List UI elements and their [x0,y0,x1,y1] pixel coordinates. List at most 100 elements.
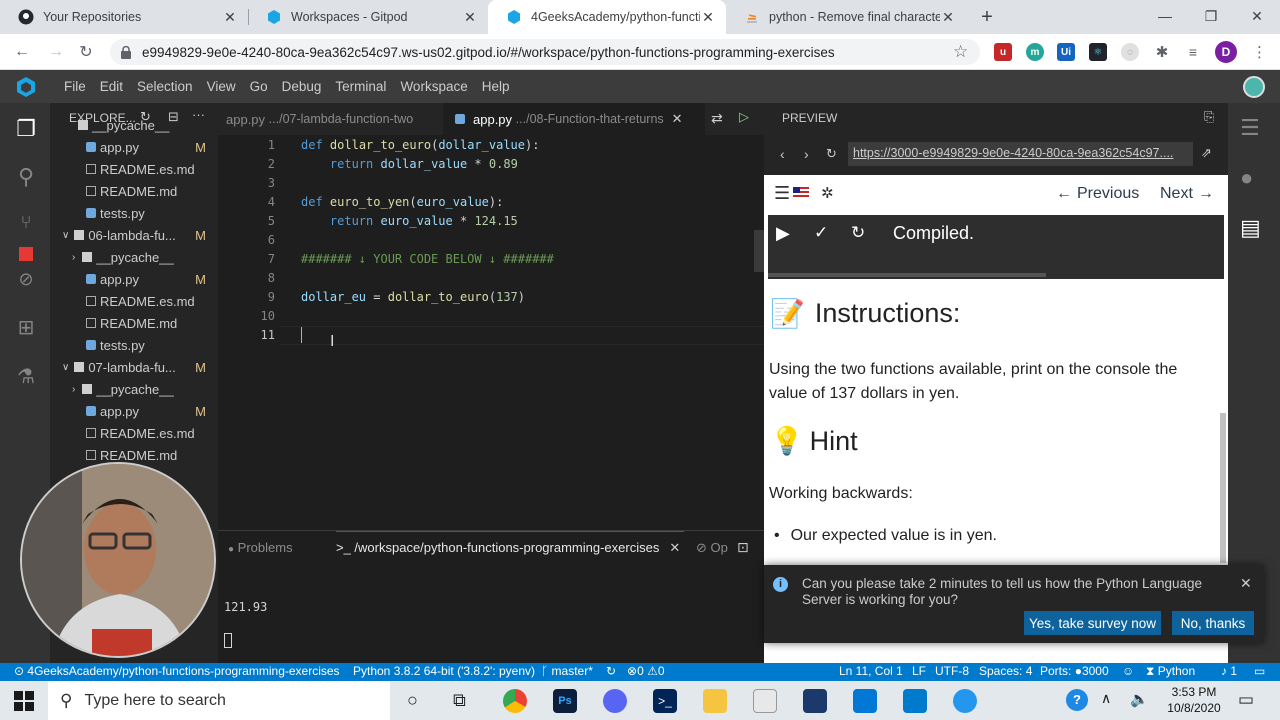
mail-icon[interactable] [853,689,877,713]
close-icon[interactable]: ✕ [462,9,478,26]
encoding-status[interactable]: UTF-8 [935,664,969,678]
tree-folder-open[interactable]: ∨ 07-lambda-fu... M [50,356,218,378]
avatar[interactable]: D [1215,41,1237,63]
windows-start-icon[interactable] [14,691,34,711]
react-devtools-icon[interactable]: ⚛ [1089,43,1107,61]
action-center-icon[interactable]: ▭ [1238,690,1254,710]
tree-folder-open[interactable]: ∨ 06-lambda-fu... M [50,224,218,246]
chrome-icon[interactable] [503,689,527,713]
star-icon[interactable]: ☆ [953,42,968,62]
tree-file[interactable]: README.md [50,180,218,202]
docker-icon[interactable] [953,689,977,713]
git-branch[interactable]: ᚴ master* [541,664,593,678]
layout-icon[interactable]: ▭ [1254,664,1265,678]
editor-scrollbar[interactable] [754,230,764,272]
app-icon[interactable] [753,689,777,713]
tree-folder[interactable]: › __pycache__ [50,378,218,400]
reset-icon[interactable]: ↻ [851,223,865,243]
kebab-menu-icon[interactable]: ⋮ [1252,43,1267,61]
menu-go[interactable]: Go [243,79,275,94]
discord-icon[interactable] [603,689,627,713]
help-icon[interactable]: ? [1066,689,1088,711]
tab-problems[interactable]: ● Problems [228,540,293,555]
cursor-position[interactable]: Ln 11, Col 1 [839,664,903,678]
external-link-icon[interactable]: ⇗ [1201,145,1212,161]
task-view-icon[interactable]: ⧉ [453,690,466,711]
preview-url-input[interactable]: https://3000-e9949829-9e0e-4240-80ca-9ea… [848,142,1193,166]
window-close-button[interactable]: ✕ [1234,0,1280,32]
file-explorer-icon[interactable] [703,689,727,713]
close-icon[interactable]: ✕ [700,9,716,26]
tree-file[interactable]: README.md [50,312,218,334]
powershell-icon[interactable]: >_ [653,689,677,713]
reload-button[interactable]: ↻ [74,40,98,64]
extension-icon[interactable]: Ui [1057,43,1075,61]
menu-file[interactable]: File [57,79,93,94]
tree-file[interactable]: app.py M [50,136,218,158]
menu-edit[interactable]: Edit [93,79,130,94]
menu-workspace[interactable]: Workspace [393,79,474,94]
chevron-up-icon[interactable]: ∧ [1101,690,1111,707]
files-icon[interactable]: ❐ [13,116,39,142]
editor-tab-inactive[interactable]: app.py .../07-lambda-function-two [218,103,443,135]
repo-status[interactable]: ⊙ 4GeeksAcademy/python-functions-program… [14,664,340,678]
extension-icon[interactable]: m [1026,43,1044,61]
run-icon[interactable]: ▷ [739,109,749,125]
tree-file[interactable]: README.es.md [50,290,218,312]
check-icon[interactable]: ✓ [814,223,828,243]
extension-icon[interactable]: ◌ [1121,43,1139,61]
tree-folder[interactable]: __pycache__ [50,114,218,136]
ports-status[interactable]: Ports: ●3000 [1040,664,1109,678]
tree-file[interactable]: README.es.md [50,158,218,180]
browser-tab-stackoverflow[interactable]: python - Remove final character ✕ [726,0,966,34]
problems-status[interactable]: ⊗0 ⚠0 [627,664,665,678]
browser-tab-github[interactable]: Your Repositories ✕ [0,0,248,34]
menu-terminal[interactable]: Terminal [328,79,393,94]
hamburger-icon[interactable]: ☰ [774,183,790,204]
back-button[interactable]: ← [10,40,34,64]
chevron-right-icon[interactable]: › [804,146,809,162]
code-editor[interactable]: 1 2 3 4 5 6 7 8 9 10 11 def dollar_to_eu… [218,135,764,530]
puzzle-icon[interactable]: ✱ [1153,43,1171,61]
minimize-button[interactable]: — [1142,0,1188,32]
git-icon[interactable]: ⑂ [13,209,39,235]
media-icon[interactable]: ≡ [1184,43,1202,61]
cortana-icon[interactable]: ○ [407,690,418,711]
menu-help[interactable]: Help [475,79,517,94]
extension-icon[interactable]: u [994,43,1012,61]
menu-view[interactable]: View [200,79,243,94]
next-button[interactable]: Next → [1160,182,1214,206]
close-icon[interactable]: ✕ [940,9,956,26]
new-tab-button[interactable]: + [976,6,998,28]
tree-file[interactable]: app.py M [50,268,218,290]
github-icon[interactable]: ● [1240,165,1253,191]
bug-icon[interactable]: ✲ [821,184,834,202]
extensions-icon[interactable]: ⊞ [13,314,39,340]
tree-file[interactable]: app.py M [50,400,218,422]
sync-icon[interactable]: ↻ [606,664,616,678]
open-preview-icon[interactable]: ⎘ [1204,109,1214,125]
split-editor-icon[interactable]: ⇄ [711,110,723,127]
tree-file[interactable]: README.es.md [50,422,218,444]
close-icon[interactable]: ✕ [669,540,680,556]
outline-icon[interactable]: ☰ [1240,115,1260,141]
close-icon[interactable]: ✕ [1240,575,1252,592]
chevron-left-icon[interactable]: ‹ [780,146,785,162]
browser-tab-active[interactable]: 4GeeksAcademy/python-functio ✕ [488,0,726,34]
preview-icon[interactable]: ▤ [1240,215,1261,241]
notifications-status[interactable]: ♪ 1 [1221,664,1237,678]
preview-scrollbar[interactable] [1220,413,1226,563]
python-interpreter[interactable]: Python 3.8.2 64-bit ('3.8.2': pyenv) [353,664,535,678]
refresh-icon[interactable]: ↻ [826,146,837,162]
close-icon[interactable]: ✕ [672,111,683,127]
play-icon[interactable]: ▶ [776,223,790,244]
tree-file[interactable]: tests.py [50,202,218,224]
tree-file[interactable]: tests.py [50,334,218,356]
search-icon[interactable]: ⚲ [13,164,39,190]
forward-button[interactable]: → [44,40,68,64]
browser-tab-gitpod[interactable]: Workspaces - Gitpod ✕ [248,0,488,34]
menu-debug[interactable]: Debug [275,79,329,94]
photoshop-icon[interactable]: Ps [553,689,577,713]
us-flag-icon[interactable] [793,187,809,198]
language-status[interactable]: ⧗ Python [1146,664,1195,679]
